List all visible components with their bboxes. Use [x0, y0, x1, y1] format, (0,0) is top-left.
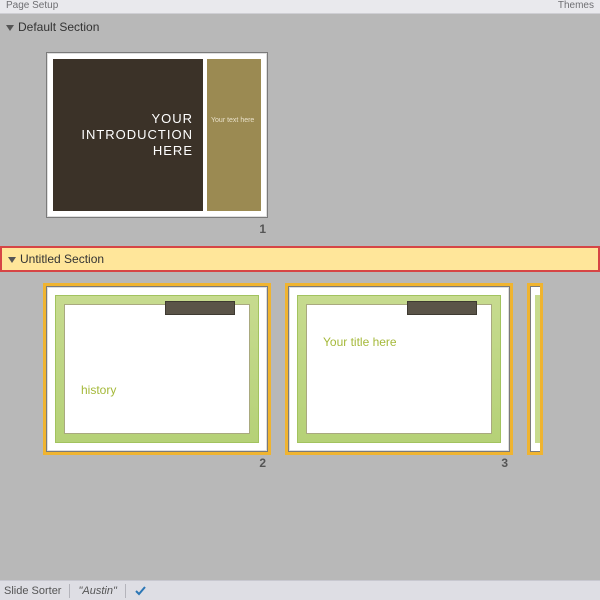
section-slides-row: YOUR INTRODUCTION HERE Your text here 1: [0, 38, 600, 246]
status-separator: [69, 584, 70, 598]
ribbon-group-page-setup: Page Setup: [6, 0, 58, 11]
slide-number-label: 3: [501, 456, 508, 470]
slide-2-inner: history: [64, 304, 250, 434]
ribbon-group-row: Page Setup Themes: [0, 0, 600, 14]
slide-1-body: YOUR INTRODUCTION HERE Your text here: [53, 59, 261, 211]
status-separator: [125, 584, 126, 598]
slide-wrap: history 2: [46, 286, 268, 470]
slide-sorter-pane[interactable]: Default Section YOUR INTRODUCTION HERE Y…: [0, 14, 600, 540]
section-name-label: Untitled Section: [20, 252, 104, 266]
slide-2-text: history: [81, 383, 116, 397]
section-header-untitled[interactable]: Untitled Section: [0, 246, 600, 272]
slide-3-tab: [407, 301, 477, 315]
slide-wrap-partial: [530, 286, 540, 452]
slide-1-subtitle-area: Your text here: [207, 59, 261, 211]
slide-2-body: history: [55, 295, 259, 443]
slide-3-body: Your title here: [297, 295, 501, 443]
status-theme-label: "Austin": [78, 585, 116, 597]
section-slides-row: history 2 Your title here 3: [0, 272, 600, 480]
status-view-label[interactable]: Slide Sorter: [4, 585, 61, 597]
slide-number-label: 2: [259, 456, 266, 470]
slide-2-tab: [165, 301, 235, 315]
slide-4-body-partial: [535, 295, 540, 443]
slide-wrap: Your title here 3: [288, 286, 510, 470]
spellcheck-icon[interactable]: [134, 584, 148, 598]
slide-3-text: Your title here: [323, 335, 397, 349]
slide-thumbnail-2[interactable]: history: [46, 286, 268, 452]
slide-3-inner: Your title here: [306, 304, 492, 434]
slide-thumbnail-1[interactable]: YOUR INTRODUCTION HERE Your text here: [46, 52, 268, 218]
status-bar: Slide Sorter "Austin": [0, 580, 600, 600]
ribbon-group-themes: Themes: [558, 0, 594, 11]
section-header-default[interactable]: Default Section: [0, 14, 600, 38]
slide-wrap: YOUR INTRODUCTION HERE Your text here 1: [46, 52, 268, 236]
slide-1-subtitle-text: Your text here: [211, 117, 257, 125]
slide-number-label: 1: [259, 222, 266, 236]
slide-thumbnail-4-partial[interactable]: [530, 286, 540, 452]
collapse-caret-icon[interactable]: [6, 25, 14, 31]
slide-1-title-text: YOUR INTRODUCTION HERE: [63, 111, 193, 160]
slide-1-title-area: YOUR INTRODUCTION HERE: [53, 59, 203, 211]
slide-thumbnail-3[interactable]: Your title here: [288, 286, 510, 452]
collapse-caret-icon[interactable]: [8, 257, 16, 263]
section-name-label: Default Section: [18, 20, 99, 34]
